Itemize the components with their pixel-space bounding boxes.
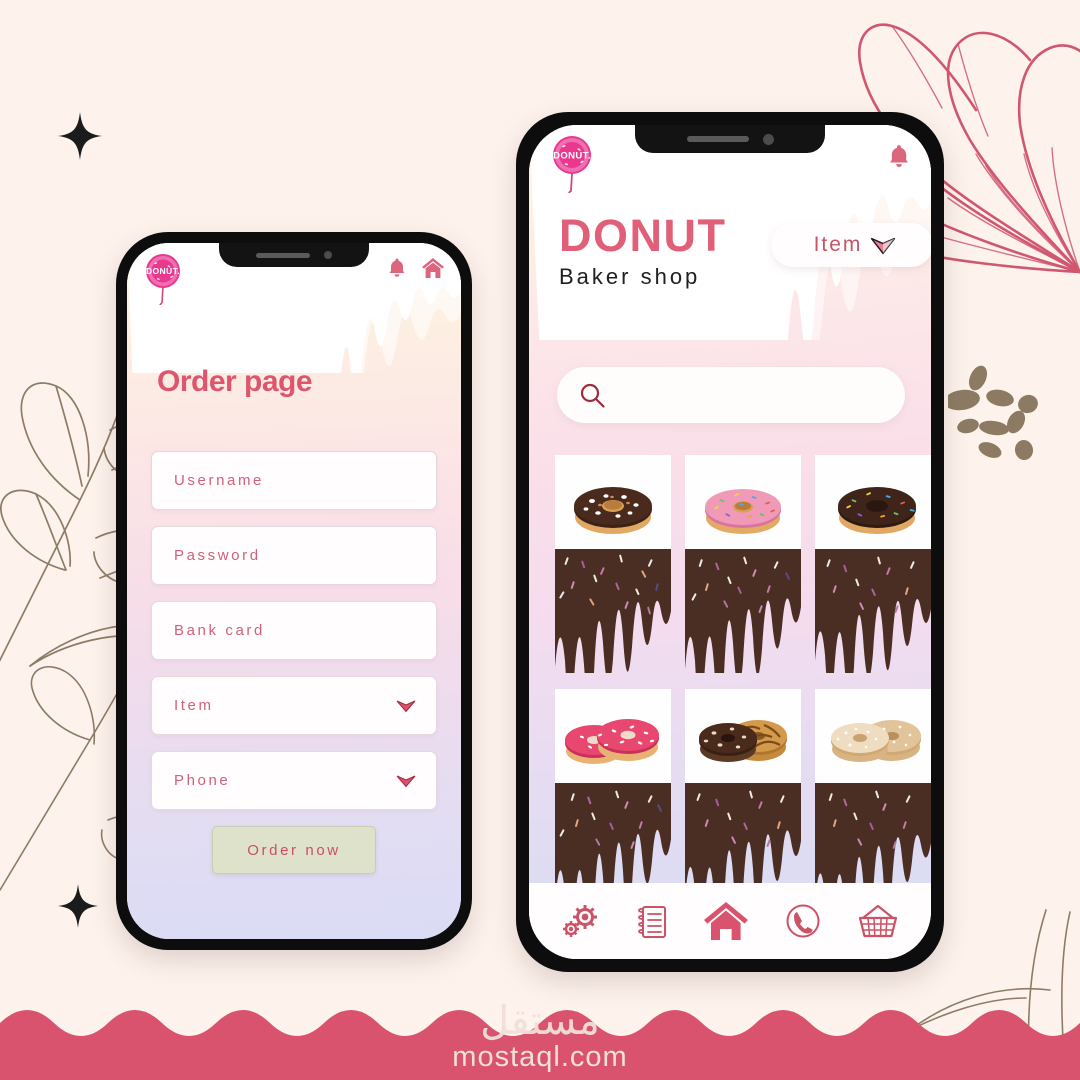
bell-icon[interactable] bbox=[887, 143, 911, 170]
donut-logo[interactable]: DONUT. bbox=[141, 253, 185, 305]
chevron-down-icon[interactable] bbox=[396, 699, 416, 713]
search-icon bbox=[580, 383, 605, 408]
baker-shop-home-screen: DONUT. DONUT Baker shop Item bbox=[529, 125, 931, 959]
product-row bbox=[555, 455, 931, 673]
mostaql-watermark: مستقل mostaql.com bbox=[0, 1001, 1080, 1072]
svg-text:DONUT.: DONUT. bbox=[146, 266, 180, 276]
order-now-button[interactable]: Order now bbox=[212, 826, 376, 874]
phone-select[interactable]: Phone bbox=[151, 751, 437, 810]
product-card[interactable] bbox=[555, 689, 671, 907]
item-select[interactable]: Item bbox=[151, 676, 437, 735]
notepad-icon bbox=[637, 906, 666, 938]
dot-cluster-decoration bbox=[948, 365, 1038, 460]
notch-speaker bbox=[256, 252, 310, 258]
chocolate-rainbow-donut-image bbox=[815, 455, 931, 549]
chocolate-glazed-donut-image bbox=[555, 455, 671, 549]
phone-notch bbox=[219, 243, 369, 267]
sparkle-star-top bbox=[58, 112, 102, 160]
sparkle-star-bottom bbox=[58, 884, 98, 928]
bell-icon[interactable] bbox=[387, 257, 407, 279]
watermark-url: mostaql.com bbox=[452, 1041, 628, 1073]
submit-row: Order now bbox=[151, 826, 437, 874]
page-title: Order page bbox=[157, 365, 313, 398]
gears-icon bbox=[562, 905, 597, 937]
chocolate-caramel-pair-image bbox=[685, 689, 801, 783]
pink-donut-pair-image bbox=[555, 689, 671, 783]
chocolate-drip bbox=[815, 549, 931, 673]
search-input[interactable] bbox=[557, 367, 905, 423]
chevron-down-icon[interactable] bbox=[870, 236, 896, 255]
product-card[interactable] bbox=[685, 689, 801, 907]
watermark-arabic: مستقل bbox=[480, 999, 600, 1043]
left-phone-mockup: DONUT. Order page Username Password Bank… bbox=[116, 232, 472, 950]
bottom-scallop-wave bbox=[0, 1010, 1080, 1080]
chevron-down-icon[interactable] bbox=[396, 774, 416, 788]
username-field[interactable]: Username bbox=[151, 451, 437, 510]
product-row bbox=[555, 689, 931, 907]
nav-settings[interactable] bbox=[561, 902, 601, 940]
product-grid bbox=[555, 455, 931, 923]
nav-cart[interactable] bbox=[857, 902, 899, 940]
item-label: Item bbox=[174, 697, 214, 714]
notch-camera bbox=[762, 133, 774, 145]
item-dropdown-label: Item bbox=[813, 233, 863, 256]
product-card[interactable] bbox=[815, 455, 931, 673]
chocolate-drip bbox=[685, 549, 801, 673]
product-card[interactable] bbox=[685, 455, 801, 673]
bank-card-field[interactable]: Bank card bbox=[151, 601, 437, 660]
brand-subtitle: Baker shop bbox=[559, 264, 701, 289]
order-form: Username Password Bank card Item Phone O… bbox=[151, 451, 437, 874]
donut-logo[interactable]: DONUT. bbox=[547, 135, 597, 193]
product-card[interactable] bbox=[555, 455, 671, 673]
poster-canvas: مستقل mostaql.com DONUT. Order page User… bbox=[0, 0, 1080, 1080]
order-page-screen: DONUT. Order page Username Password Bank… bbox=[127, 243, 461, 939]
top-icon-group bbox=[387, 257, 445, 279]
home-icon[interactable] bbox=[421, 257, 445, 279]
chocolate-drip bbox=[555, 549, 671, 673]
phone-label: Phone bbox=[174, 772, 231, 789]
bank-card-label: Bank card bbox=[174, 622, 265, 639]
notch-speaker bbox=[686, 136, 749, 142]
password-field[interactable]: Password bbox=[151, 526, 437, 585]
sugar-dusted-pair-image bbox=[815, 689, 931, 783]
item-dropdown[interactable]: Item bbox=[771, 223, 931, 267]
product-card[interactable] bbox=[815, 689, 931, 907]
pink-sprinkle-donut-image bbox=[685, 455, 801, 549]
nav-contact[interactable] bbox=[784, 902, 822, 940]
basket-icon bbox=[859, 904, 898, 938]
phone-notch bbox=[635, 125, 825, 153]
right-phone-mockup: DONUT. DONUT Baker shop Item bbox=[516, 112, 944, 972]
password-label: Password bbox=[174, 547, 261, 564]
username-label: Username bbox=[174, 472, 264, 489]
brand-title: DONUT bbox=[559, 210, 727, 261]
phone-circle-icon bbox=[786, 904, 820, 938]
svg-text:DONUT.: DONUT. bbox=[553, 151, 591, 162]
bottom-navigation bbox=[529, 883, 931, 959]
notch-camera bbox=[324, 251, 332, 259]
home-icon bbox=[703, 902, 748, 940]
nav-home[interactable] bbox=[703, 900, 749, 942]
brand-block: DONUT Baker shop bbox=[559, 213, 726, 290]
nav-orders[interactable] bbox=[636, 902, 668, 940]
